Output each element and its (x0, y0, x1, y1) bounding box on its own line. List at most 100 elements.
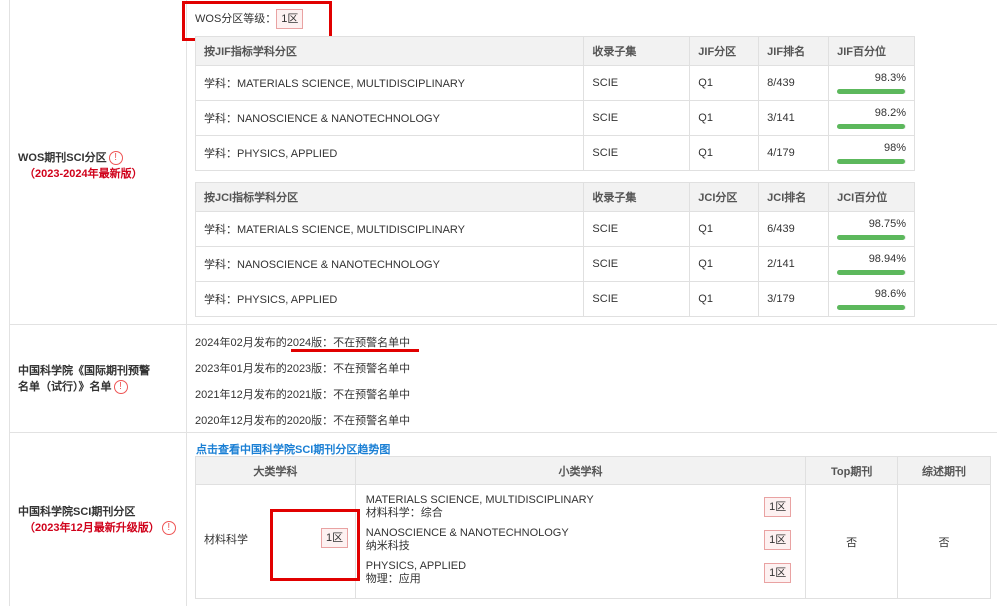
jci-header-quartile: JCI分区 (689, 182, 760, 212)
subset-cell: SCIE (583, 65, 691, 101)
wos-version-text: （2023-2024年最新版） (24, 168, 143, 180)
sub-en: MATERIALS SCIENCE, MULTIDISCIPLINARY (365, 494, 594, 506)
quartile-cell: Q1 (689, 135, 760, 171)
subject-cell: 学科：MATERIALS SCIENCE, MULTIDISCIPLINARY (194, 65, 585, 101)
sub-cn: 纳米科技 (365, 540, 410, 552)
percentile-value: 98.3% (874, 72, 906, 84)
subject-cell: 学科：MATERIALS SCIENCE, MULTIDISCIPLINARY (194, 211, 585, 247)
info-icon[interactable]: ! (108, 151, 123, 166)
percentile-bar-fill (837, 159, 905, 164)
list-item: PHYSICS, APPLIED 物理：应用 1区 (356, 558, 805, 591)
cas-trend-link[interactable]: 点击查看中国科学院SCI期刊分区趋势图 (196, 441, 390, 457)
warning-section-label: 中国科学院《国际期刊预警 名单（试行）》名单! (18, 363, 183, 395)
subset-cell: SCIE (583, 246, 691, 282)
subset-cell: SCIE (583, 211, 691, 247)
percentile-bar-fill (837, 305, 906, 310)
table-row: 学科：NANOSCIENCE & NANOTECHNOLOGY SCIE Q1 … (194, 246, 915, 282)
jif-header-percentile: JIF百分位 (828, 36, 915, 66)
sub-cn: 材料科学：综合 (365, 507, 443, 519)
jci-header-subject: 按JCI指标学科分区 (194, 182, 585, 212)
warning-label-line2: 名单（试行）》名单 (18, 381, 112, 393)
jci-header-rank: JCI排名 (758, 182, 830, 212)
rank-cell: 2/141 (758, 246, 830, 282)
percentile-value: 98.6% (874, 288, 906, 300)
subject-cell: 学科：PHYSICS, APPLIED (194, 135, 585, 171)
percentile-value: 98.94% (868, 253, 906, 265)
subset-cell: SCIE (583, 100, 691, 136)
jci-header-row: 按JCI指标学科分区 收录子集 JCI分区 JCI排名 JCI百分位 (194, 182, 915, 212)
percentile-bar (837, 89, 906, 94)
sub-en: PHYSICS, APPLIED (365, 560, 467, 572)
warning-label-line1: 中国科学院《国际期刊预警 (18, 365, 150, 377)
percentile-bar-fill (837, 270, 906, 275)
cas-version-text: （2023年12月最新升级版） (24, 522, 160, 534)
wos-section-label: WOS期刊SCI分区! （2023-2024年最新版） (18, 150, 183, 182)
cas-header-minor: 小类学科 (354, 456, 807, 485)
subset-cell: SCIE (583, 281, 691, 317)
zone-badge: 1区 (764, 530, 792, 550)
quartile-cell: Q1 (689, 100, 760, 136)
sub-cn: 物理：应用 (365, 573, 421, 585)
cas-minor-cell: MATERIALS SCIENCE, MULTIDISCIPLINARY 材料科… (354, 484, 807, 599)
list-item: MATERIALS SCIENCE, MULTIDISCIPLINARY 材料科… (356, 492, 805, 525)
frame-column-divider (186, 0, 187, 606)
wos-label-text: WOS期刊SCI分区 (18, 152, 107, 164)
cas-label-text: 中国科学院SCI期刊分区 (18, 506, 136, 518)
rank-cell: 8/439 (758, 65, 830, 101)
cas-header-review: 综述期刊 (897, 456, 991, 485)
quartile-cell: Q1 (689, 211, 760, 247)
cas-header-major: 大类学科 (195, 456, 356, 485)
percentile-bar (837, 235, 906, 240)
info-icon[interactable]: ! (161, 521, 176, 536)
zone-badge: 1区 (764, 497, 792, 517)
warning-item: 2020年12月发布的2020版：不在预警名单中 (195, 415, 411, 427)
rank-cell: 3/179 (758, 281, 830, 317)
quartile-cell: Q1 (689, 281, 760, 317)
subject-cell: 学科：NANOSCIENCE & NANOTECHNOLOGY (194, 246, 585, 282)
sub-en: NANOSCIENCE & NANOTECHNOLOGY (365, 527, 569, 539)
warning-item: 2021年12月发布的2021版：不在预警名单中 (195, 389, 411, 401)
percentile-cell: 98.6% (829, 282, 914, 316)
percentile-cell: 98.2% (829, 101, 914, 135)
percentile-cell: 98.3% (829, 66, 914, 100)
table-row: 学科：PHYSICS, APPLIED SCIE Q1 4/179 98% (194, 135, 915, 171)
table-row: 学科：PHYSICS, APPLIED SCIE Q1 3/179 98.6% (194, 281, 915, 317)
jci-header-subset: 收录子集 (583, 182, 691, 212)
percentile-bar-fill (837, 235, 906, 240)
subset-cell: SCIE (583, 135, 691, 171)
subject-cell: 学科：PHYSICS, APPLIED (194, 281, 585, 317)
jif-table: 按JIF指标学科分区 收录子集 JIF分区 JIF排名 JIF百分位 学科：MA… (194, 36, 915, 171)
warning-item: 2023年01月发布的2023版：不在预警名单中 (195, 363, 411, 375)
jci-table: 按JCI指标学科分区 收录子集 JCI分区 JCI排名 JCI百分位 学科：MA… (194, 182, 915, 317)
jif-header-subset: 收录子集 (583, 36, 691, 66)
cas-header-top: Top期刊 (805, 456, 899, 485)
quartile-cell: Q1 (689, 65, 760, 101)
cas-major-name: 材料科学 (204, 534, 248, 546)
percentile-bar-fill (837, 89, 905, 94)
jif-header-row: 按JIF指标学科分区 收录子集 JIF分区 JIF排名 JIF百分位 (194, 36, 915, 66)
jci-header-percentile: JCI百分位 (828, 182, 915, 212)
cas-header-row: 大类学科 小类学科 Top期刊 综述期刊 (195, 456, 991, 485)
percentile-value: 98% (883, 142, 906, 154)
jif-header-rank: JIF排名 (758, 36, 830, 66)
highlight-box-wos-grade (182, 1, 332, 41)
table-row: 学科：MATERIALS SCIENCE, MULTIDISCIPLINARY … (194, 65, 915, 101)
subject-cell: 学科：NANOSCIENCE & NANOTECHNOLOGY (194, 100, 585, 136)
info-icon[interactable]: ! (113, 380, 128, 395)
highlight-underline (291, 349, 419, 352)
percentile-bar-fill (837, 124, 905, 129)
quartile-cell: Q1 (689, 246, 760, 282)
rank-cell: 3/141 (758, 100, 830, 136)
warning-item: 2024年02月发布的2024版：不在预警名单中 (195, 337, 411, 349)
percentile-bar (837, 270, 906, 275)
percentile-cell: 98.75% (829, 212, 914, 246)
percentile-cell: 98% (829, 136, 914, 170)
percentile-bar (837, 305, 906, 310)
table-row: 学科：MATERIALS SCIENCE, MULTIDISCIPLINARY … (194, 211, 915, 247)
rank-cell: 6/439 (758, 211, 830, 247)
cas-section-label: 中国科学院SCI期刊分区 （2023年12月最新升级版）! (18, 504, 183, 536)
jif-header-subject: 按JIF指标学科分区 (194, 36, 585, 66)
section-divider-1 (9, 324, 997, 325)
list-item: NANOSCIENCE & NANOTECHNOLOGY 纳米科技 1区 (356, 525, 805, 558)
jif-header-quartile: JIF分区 (689, 36, 760, 66)
